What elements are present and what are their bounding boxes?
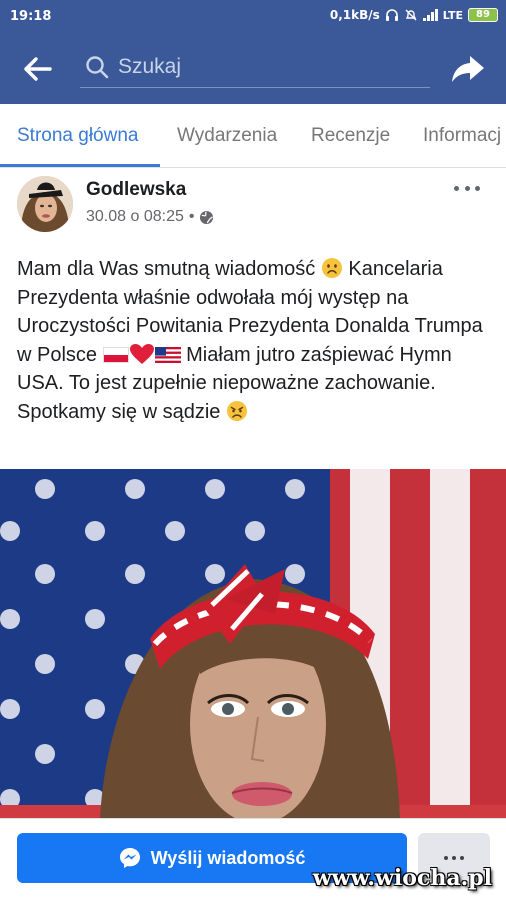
network-speed: 0,1kB/s	[329, 8, 380, 22]
flag-usa-icon	[154, 346, 181, 363]
avatar[interactable]	[17, 176, 73, 232]
arrow-left-icon[interactable]	[18, 52, 58, 86]
more-horizontal-icon	[444, 856, 448, 860]
post-author[interactable]: Godlewska	[86, 179, 186, 201]
post-meta: 30.08 o 08:25 •	[86, 208, 214, 226]
search-bar[interactable]	[80, 46, 430, 88]
status-indicators: 0,1kB/s LTE 89	[330, 8, 498, 22]
post-date[interactable]: 30.08 o 08:25	[86, 208, 184, 226]
meta-separator: •	[188, 208, 195, 225]
status-time: 19:18	[10, 9, 52, 24]
red-heart-icon	[129, 343, 154, 364]
post-text-part1: Mam dla Was smutną wiadomość	[17, 258, 321, 280]
post-more-button[interactable]	[454, 180, 480, 196]
search-icon	[86, 56, 109, 79]
facebook-page-screen: 19:18 0,1kB/s LTE 89 Szukaj Strona główn…	[0, 0, 506, 900]
status-bar: 19:18 0,1kB/s LTE 89	[0, 0, 506, 34]
share-icon[interactable]	[450, 50, 486, 86]
persevering-face-icon	[226, 400, 247, 421]
tab-events[interactable]: Wydarzenia	[177, 125, 277, 147]
messenger-icon	[119, 848, 140, 868]
network-type: LTE	[442, 8, 463, 22]
tab-home[interactable]: Strona główna	[17, 125, 138, 147]
tab-reviews[interactable]: Recenzje	[311, 125, 390, 147]
post-photo[interactable]	[0, 469, 506, 819]
frowning-face-icon	[321, 258, 342, 278]
page-tabs: Strona główna Wydarzenia Recenzje Inform…	[0, 104, 506, 168]
watermark: www.wiocha.pl	[312, 865, 492, 891]
top-app-bar	[0, 34, 506, 104]
post-header: Godlewska 30.08 o 08:25 •	[0, 170, 506, 240]
headphones-icon	[385, 9, 398, 21]
active-tab-indicator	[0, 164, 160, 167]
bottom-action-bar: Wyślij wiadomość www.wiocha.pl	[0, 818, 506, 900]
globe-icon	[200, 210, 214, 224]
more-horizontal-icon	[454, 185, 459, 191]
tab-info[interactable]: Informacj	[423, 125, 501, 147]
signal-icon	[422, 9, 438, 21]
battery-indicator: 89	[468, 8, 498, 22]
post-photo-illustration	[0, 469, 506, 819]
search-input[interactable]	[118, 52, 418, 82]
flag-poland-icon	[102, 346, 129, 363]
bell-off-icon	[405, 9, 417, 21]
send-message-label: Wyślij wiadomość	[150, 847, 306, 868]
post-text: Mam dla Was smutną wiadomość Kancelaria …	[17, 255, 492, 426]
